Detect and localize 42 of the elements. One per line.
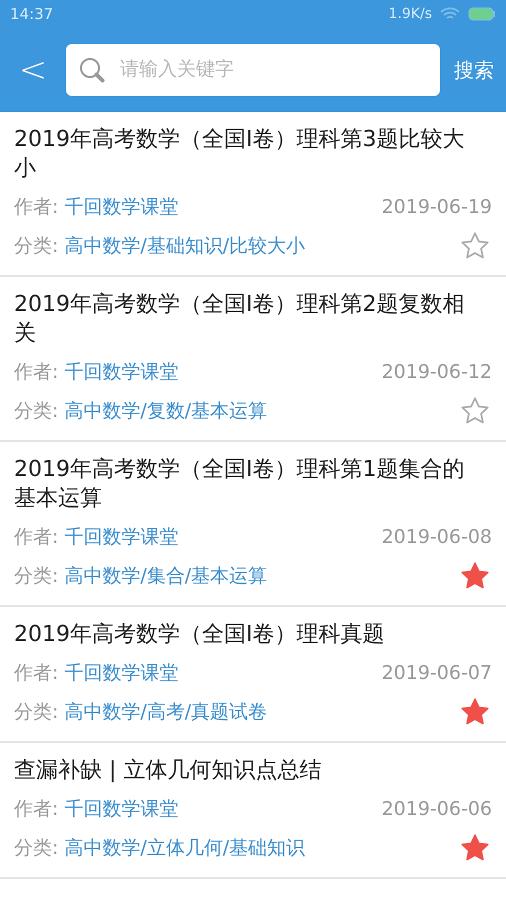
category-link[interactable]: 高中数学/集合/基本运算 [64, 562, 458, 588]
article-item[interactable]: 2019年高考数学（全国I卷）理科第3题比较大小 作者: 千回数学课堂 2019-06-19 分类: 高中数学/基础知识/比较大小 [0, 112, 506, 277]
article-title: 查漏补缺 | 立体几何知识点总结 [14, 757, 322, 785]
article-item[interactable]: 2019年高考数学（全国I卷）理科第1题集合的基本运算 作者: 千回数学课堂 2019-06-08 分类: 高中数学/集合/基本运算 [0, 442, 506, 607]
article-date: 2019-06-12 [382, 360, 492, 382]
author-label: 作者: [14, 796, 58, 822]
article-date: 2019-06-07 [382, 662, 492, 684]
category-link[interactable]: 高中数学/复数/基本运算 [64, 398, 458, 424]
author-link[interactable]: 千回数学课堂 [64, 358, 382, 384]
author-link[interactable]: 千回数学课堂 [64, 194, 382, 220]
category-label: 分类: [14, 836, 58, 860]
article-date: 2019-06-19 [382, 196, 492, 218]
category-label: 分类: [14, 700, 58, 724]
status-time: 14:37 [10, 5, 54, 23]
category-label: 分类: [14, 234, 58, 258]
article-item[interactable]: 查漏补缺 | 立体几何知识点总结 作者: 千回数学课堂 2019-06-06 分类: 高中数学/立体几何/基础知识 [0, 743, 506, 879]
article-title: 2019年高考数学（全国I卷）理科第2题复数相关 [14, 291, 466, 348]
category-label: 分类: [14, 398, 58, 424]
article-item[interactable]: 2019年高考数学（全国I卷）理科真题 作者: 千回数学课堂 2019-06-07 分类: 高中数学/高考/真题试卷 [0, 607, 506, 743]
article-item[interactable]: 2019年高考数学（全国I卷）理科第2题复数相关 作者: 千回数学课堂 2019-06-12 分类: 高中数学/复数/基本运算 [0, 277, 506, 442]
author-label: 作者: [14, 524, 58, 550]
author-label: 作者: [14, 194, 58, 220]
battery-icon [468, 7, 496, 21]
category-link[interactable]: 高中数学/高考/真题试卷 [64, 698, 458, 724]
category-label: 分类: [14, 564, 58, 588]
author-link[interactable]: 千回数学课堂 [64, 796, 382, 822]
article-title: 2019年高考数学（全国I卷）理科真题 [14, 621, 386, 649]
search-button[interactable]: 搜索 [454, 56, 494, 84]
article-date: 2019-06-08 [382, 526, 492, 548]
back-button[interactable]: < [14, 50, 52, 90]
author-link[interactable]: 千回数学课堂 [64, 660, 382, 686]
article-title: 2019年高考数学（全国I卷）理科第3题比较大小 [14, 126, 466, 183]
article-title: 2019年高考数学（全国I卷）理科第1题集合的基本运算 [14, 456, 466, 513]
category-link[interactable]: 高中数学/立体几何/基础知识 [64, 834, 458, 860]
author-label: 作者: [14, 660, 58, 686]
article-date: 2019-06-06 [382, 798, 492, 820]
category-link[interactable]: 高中数学/基础知识/比较大小 [64, 232, 458, 258]
search-icon [78, 56, 106, 84]
search-field[interactable]: 请输入关键字 [66, 44, 440, 96]
author-link[interactable]: 千回数学课堂 [64, 524, 382, 550]
author-label: 作者: [14, 360, 58, 384]
network-speed: 1.9K/s [388, 6, 432, 22]
